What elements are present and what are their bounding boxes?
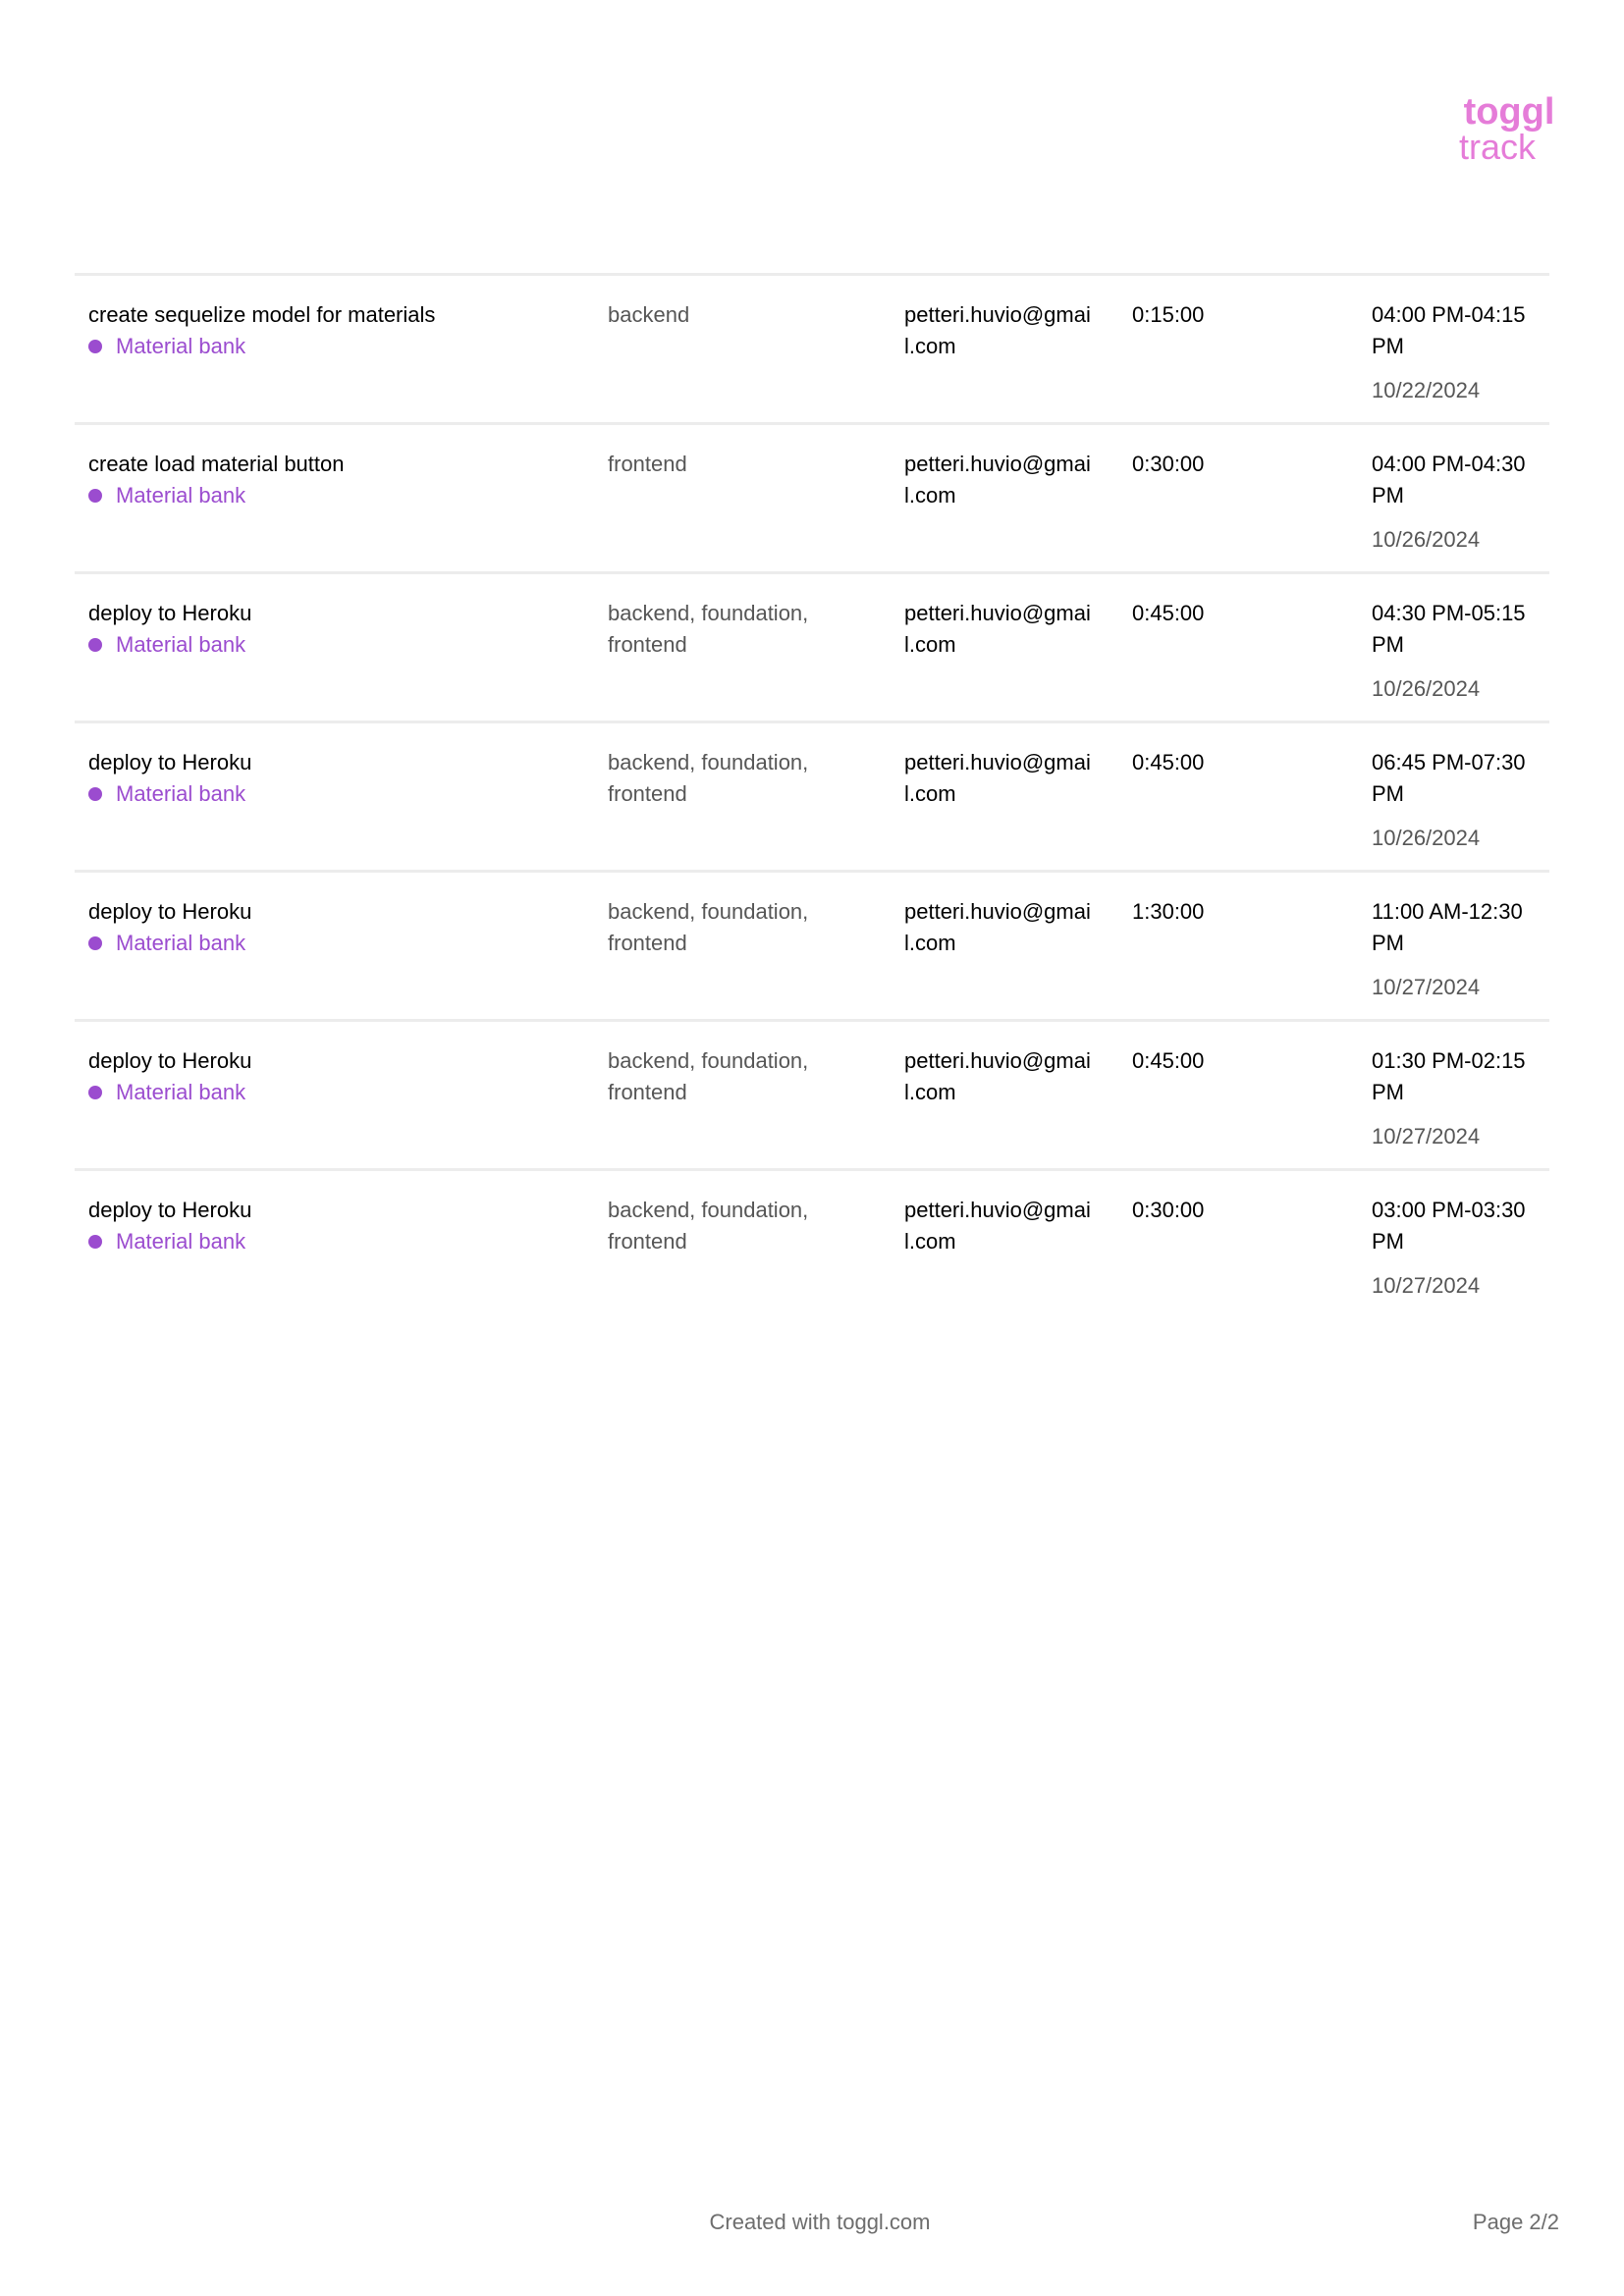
entry-time-range: 06:45 PM-07:30 PM <box>1372 750 1526 806</box>
entry-description-cell: create load material button Material ban… <box>88 449 579 511</box>
entry-description: deploy to Heroku <box>88 1198 252 1222</box>
entry-duration: 0:15:00 <box>1132 302 1205 327</box>
table-row: create load material button Material ban… <box>75 425 1549 574</box>
entry-tags: backend, foundation, frontend <box>608 899 809 955</box>
entry-project-name: Material bank <box>116 1229 246 1254</box>
entry-duration: 0:45:00 <box>1132 601 1205 625</box>
logo-line2: track <box>1459 127 1537 167</box>
entry-time-cell: 04:30 PM-05:15 PM 10/26/2024 <box>1372 598 1548 705</box>
entry-time-cell: 06:45 PM-07:30 PM 10/26/2024 <box>1372 747 1548 854</box>
project-color-dot <box>88 787 102 801</box>
entry-time-range: 03:00 PM-03:30 PM <box>1372 1198 1526 1254</box>
entry-project: Material bank <box>88 629 579 661</box>
entry-description: deploy to Heroku <box>88 899 252 924</box>
project-color-dot <box>88 340 102 353</box>
entry-time-range: 11:00 AM-12:30 PM <box>1372 899 1523 955</box>
entry-duration: 0:45:00 <box>1132 750 1205 774</box>
entry-date: 10/27/2024 <box>1372 1124 1481 1148</box>
entry-project-name: Material bank <box>116 1080 246 1104</box>
entry-user: petteri.huvio@gmail.com <box>904 750 1091 806</box>
entry-description: create load material button <box>88 452 345 476</box>
entry-user: petteri.huvio@gmail.com <box>904 899 1091 955</box>
entry-project-name: Material bank <box>116 781 246 806</box>
entry-date: 10/22/2024 <box>1372 378 1481 402</box>
entry-description-cell: create sequelize model for materials Mat… <box>88 299 579 362</box>
project-color-dot <box>88 489 102 503</box>
entry-project-name: Material bank <box>116 483 246 507</box>
entry-date: 10/27/2024 <box>1372 1273 1481 1298</box>
entry-duration: 0:30:00 <box>1132 1198 1205 1222</box>
project-color-dot <box>88 936 102 950</box>
entry-duration: 0:30:00 <box>1132 452 1205 476</box>
entry-time-cell: 04:00 PM-04:30 PM 10/26/2024 <box>1372 449 1548 556</box>
entry-description-cell: deploy to Heroku Material bank <box>88 1045 579 1108</box>
entry-description-cell: deploy to Heroku Material bank <box>88 1195 579 1257</box>
footer-page-number: Page 2/2 <box>1472 2210 1559 2234</box>
entry-description: create sequelize model for materials <box>88 302 436 327</box>
entry-date: 10/27/2024 <box>1372 975 1481 999</box>
entry-time-range: 04:00 PM-04:30 PM <box>1372 452 1526 507</box>
entry-tags: backend, foundation, frontend <box>608 1198 809 1254</box>
project-color-dot <box>88 638 102 652</box>
entry-description-cell: deploy to Heroku Material bank <box>88 598 579 661</box>
project-color-dot <box>88 1086 102 1099</box>
table-row: deploy to Heroku Material bank backend, … <box>75 873 1549 1022</box>
entry-date: 10/26/2024 <box>1372 676 1481 701</box>
entry-tags: backend, foundation, frontend <box>608 1048 809 1104</box>
entry-description: deploy to Heroku <box>88 1048 252 1073</box>
entry-user: petteri.huvio@gmail.com <box>904 601 1091 657</box>
table-row: create sequelize model for materials Mat… <box>75 276 1549 425</box>
entry-project: Material bank <box>88 778 579 810</box>
entry-project-name: Material bank <box>116 632 246 657</box>
entry-description-cell: deploy to Heroku Material bank <box>88 747 579 810</box>
entry-user: petteri.huvio@gmail.com <box>904 452 1091 507</box>
entry-date: 10/26/2024 <box>1372 826 1481 850</box>
entry-description: deploy to Heroku <box>88 750 252 774</box>
entry-time-range: 04:00 PM-04:15 PM <box>1372 302 1526 358</box>
entry-project-name: Material bank <box>116 931 246 955</box>
table-row: deploy to Heroku Material bank backend, … <box>75 723 1549 873</box>
time-entries-table: create sequelize model for materials Mat… <box>75 273 1549 1317</box>
footer-created-with: Created with toggl.com <box>709 2210 931 2234</box>
entry-time-range: 01:30 PM-02:15 PM <box>1372 1048 1526 1104</box>
entry-tags: frontend <box>608 452 687 476</box>
entry-tags: backend, foundation, frontend <box>608 750 809 806</box>
entry-tags: backend, foundation, frontend <box>608 601 809 657</box>
entry-user: petteri.huvio@gmail.com <box>904 302 1091 358</box>
entry-project: Material bank <box>88 480 579 511</box>
entry-project: Material bank <box>88 1226 579 1257</box>
entry-project: Material bank <box>88 928 579 959</box>
entry-time-cell: 11:00 AM-12:30 PM 10/27/2024 <box>1372 896 1548 1003</box>
entry-description-cell: deploy to Heroku Material bank <box>88 896 579 959</box>
entry-user: petteri.huvio@gmail.com <box>904 1048 1091 1104</box>
entry-time-cell: 04:00 PM-04:15 PM 10/22/2024 <box>1372 299 1548 406</box>
table-row: deploy to Heroku Material bank backend, … <box>75 1022 1549 1171</box>
entry-time-cell: 01:30 PM-02:15 PM 10/27/2024 <box>1372 1045 1548 1152</box>
table-row: deploy to Heroku Material bank backend, … <box>75 1171 1549 1317</box>
entry-project: Material bank <box>88 1077 579 1108</box>
table-row: deploy to Heroku Material bank backend, … <box>75 574 1549 723</box>
entry-time-cell: 03:00 PM-03:30 PM 10/27/2024 <box>1372 1195 1548 1302</box>
entry-user: petteri.huvio@gmail.com <box>904 1198 1091 1254</box>
entry-duration: 1:30:00 <box>1132 899 1205 924</box>
entry-date: 10/26/2024 <box>1372 527 1481 552</box>
project-color-dot <box>88 1235 102 1249</box>
entry-description: deploy to Heroku <box>88 601 252 625</box>
entry-project: Material bank <box>88 331 579 362</box>
entry-duration: 0:45:00 <box>1132 1048 1205 1073</box>
entry-project-name: Material bank <box>116 334 246 358</box>
toggl-track-logo: toggl track <box>1455 94 1563 167</box>
entry-time-range: 04:30 PM-05:15 PM <box>1372 601 1526 657</box>
entry-tags: backend <box>608 302 690 327</box>
